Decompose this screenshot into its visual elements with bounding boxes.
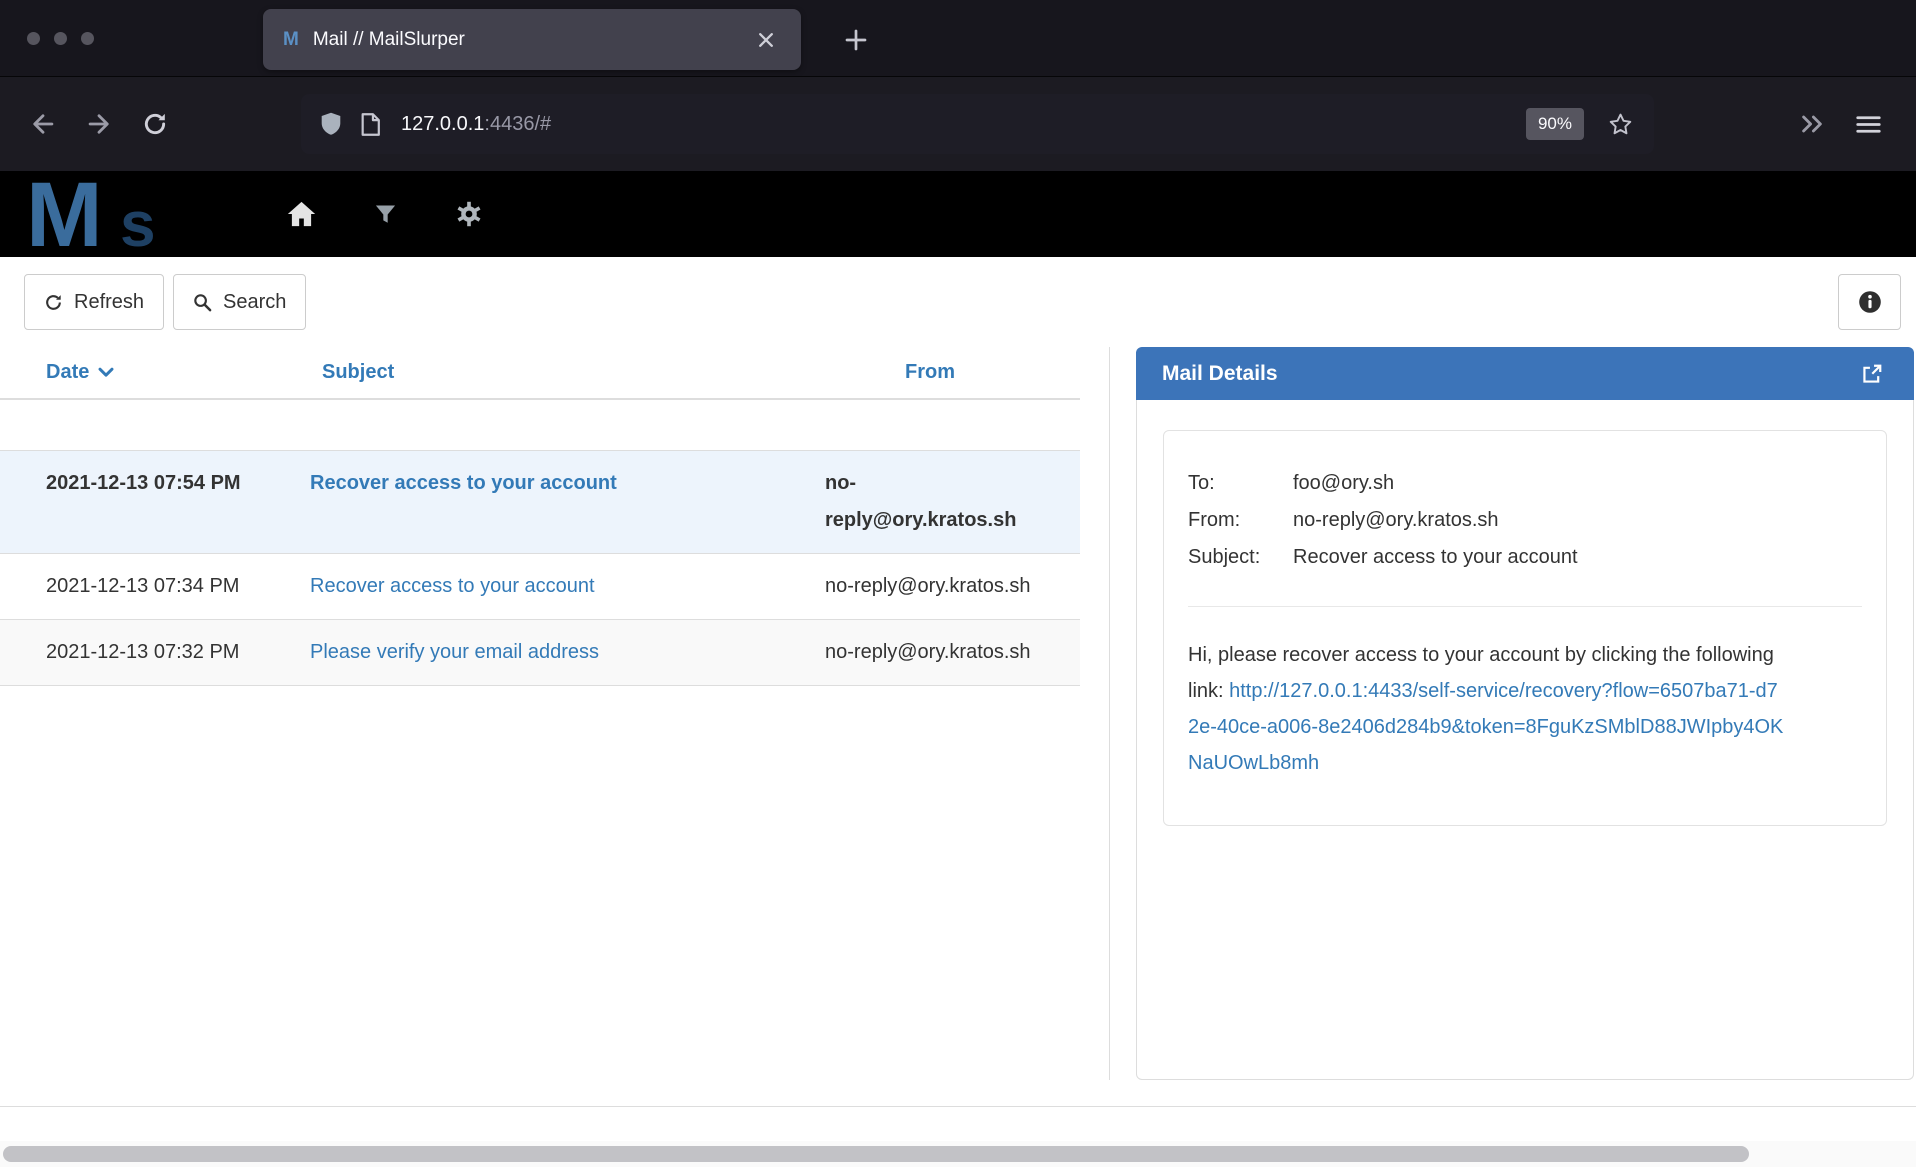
column-header-from: From <box>780 361 1080 384</box>
tab-favicon-icon: M <box>283 29 299 51</box>
mail-list-header: Date Subject From <box>0 347 1080 400</box>
url-bar[interactable]: 127.0.0.1:4436/# 90% <box>301 94 1654 154</box>
external-link-icon <box>1861 363 1883 385</box>
mail-subject-link[interactable]: Please verify your email address <box>310 641 599 663</box>
refresh-button[interactable]: Refresh <box>24 274 164 330</box>
detail-subject-value: Recover access to your account <box>1293 539 1862 576</box>
back-icon <box>29 110 57 138</box>
refresh-button-label: Refresh <box>74 291 144 314</box>
browser-navbar: 127.0.0.1:4436/# 90% <box>0 76 1916 171</box>
open-in-new-window-button[interactable] <box>1856 358 1888 390</box>
mail-subject-link[interactable]: Recover access to your account <box>310 472 617 494</box>
url-path: :4436/# <box>484 113 551 135</box>
detail-subject-label: Subject: <box>1188 539 1293 576</box>
mail-from: no-reply@ory.kratos.sh <box>780 568 1080 605</box>
url-host: 127.0.0.1 <box>401 113 484 135</box>
forward-button[interactable] <box>71 96 127 152</box>
mail-body: Hi, please recover access to your accoun… <box>1188 637 1788 781</box>
browser-titlebar: M Mail // MailSlurper <box>0 0 1916 76</box>
logo-letter-m: M <box>26 163 103 268</box>
bookmark-button[interactable] <box>1600 104 1640 144</box>
mail-date: 2021-12-13 07:34 PM <box>0 568 310 605</box>
new-tab-button[interactable] <box>838 22 874 58</box>
search-icon <box>193 293 212 312</box>
app-header: M s <box>0 171 1916 257</box>
home-button[interactable] <box>283 196 319 232</box>
filter-button[interactable] <box>367 196 403 232</box>
app-menu-button[interactable] <box>1840 96 1896 152</box>
mail-from: no-reply@ory.kratos.sh <box>780 634 1080 671</box>
mail-meta: To: foo@ory.sh From: no-reply@ory.kratos… <box>1188 465 1862 576</box>
gear-icon <box>456 201 482 227</box>
home-icon <box>286 200 317 228</box>
overflow-menu-button[interactable] <box>1784 96 1840 152</box>
tab-title: Mail // MailSlurper <box>313 29 465 51</box>
search-button[interactable]: Search <box>173 274 306 330</box>
window-controls <box>27 32 94 45</box>
mailslurper-logo: M s <box>26 171 221 257</box>
recovery-link[interactable]: http://127.0.0.1:4433/self-service/recov… <box>1188 680 1783 774</box>
settings-button[interactable] <box>451 196 487 232</box>
mail-row[interactable]: 2021-12-13 07:34 PM Recover access to yo… <box>0 553 1080 619</box>
app-header-nav <box>283 196 487 232</box>
detail-from-label: From: <box>1188 502 1293 539</box>
overflow-chevron-icon <box>1798 112 1826 136</box>
shield-permissions-button[interactable] <box>319 111 343 137</box>
details-divider <box>1188 606 1862 607</box>
detail-to-value: foo@ory.sh <box>1293 465 1862 502</box>
menu-icon <box>1855 113 1882 136</box>
reload-icon <box>142 111 168 137</box>
mail-subject-link[interactable]: Recover access to your account <box>310 575 595 597</box>
forward-icon <box>85 110 113 138</box>
window-close-button[interactable] <box>27 32 40 45</box>
mail-details-title: Mail Details <box>1162 362 1278 386</box>
mail-row[interactable]: 2021-12-13 07:32 PM Please verify your e… <box>0 619 1080 686</box>
column-header-date[interactable]: Date <box>0 361 310 384</box>
column-header-date-label: Date <box>46 361 89 384</box>
mail-list-panel: Date Subject From 2021-12-13 07:54 PM Re… <box>0 347 1110 1080</box>
window-minimize-button[interactable] <box>54 32 67 45</box>
browser-tab[interactable]: M Mail // MailSlurper <box>263 9 801 70</box>
back-button[interactable] <box>15 96 71 152</box>
tab-close-button[interactable] <box>751 25 781 55</box>
refresh-icon <box>44 293 63 312</box>
sort-descending-icon <box>98 367 114 378</box>
star-icon <box>1607 111 1634 138</box>
url-text: 127.0.0.1:4436/# <box>401 113 1526 136</box>
horizontal-scrollbar-thumb[interactable] <box>3 1146 1749 1162</box>
shield-icon <box>319 111 343 137</box>
mail-details-body: To: foo@ory.sh From: no-reply@ory.kratos… <box>1136 400 1914 1080</box>
detail-from-value: no-reply@ory.kratos.sh <box>1293 502 1862 539</box>
zoom-level-badge[interactable]: 90% <box>1526 108 1584 140</box>
filter-icon <box>374 203 397 226</box>
detail-to-label: To: <box>1188 465 1293 502</box>
search-button-label: Search <box>223 291 286 314</box>
app-toolbar: Refresh Search <box>0 257 1916 347</box>
mail-from: no-reply@ory.kratos.sh <box>780 465 1080 539</box>
new-tab-icon <box>844 28 868 52</box>
bottom-divider <box>0 1106 1916 1107</box>
mail-date: 2021-12-13 07:54 PM <box>0 465 310 539</box>
logo-letter-s: s <box>120 187 156 261</box>
mail-details-panel: Mail Details To: foo@ory.sh From: no-rep… <box>1136 347 1914 1080</box>
mail-row[interactable]: 2021-12-13 07:54 PM Recover access to yo… <box>0 450 1080 553</box>
mail-date: 2021-12-13 07:32 PM <box>0 634 310 671</box>
close-icon <box>757 31 775 49</box>
mail-list: 2021-12-13 07:54 PM Recover access to yo… <box>0 450 1080 686</box>
window-zoom-button[interactable] <box>81 32 94 45</box>
site-identity-button[interactable] <box>359 112 381 137</box>
info-button[interactable] <box>1838 274 1901 330</box>
reload-button[interactable] <box>127 96 183 152</box>
mail-details-header: Mail Details <box>1136 347 1914 400</box>
mail-detail-card: To: foo@ory.sh From: no-reply@ory.kratos… <box>1163 430 1887 826</box>
column-header-subject: Subject <box>310 361 780 384</box>
page-icon <box>359 112 381 137</box>
info-icon <box>1858 290 1882 314</box>
